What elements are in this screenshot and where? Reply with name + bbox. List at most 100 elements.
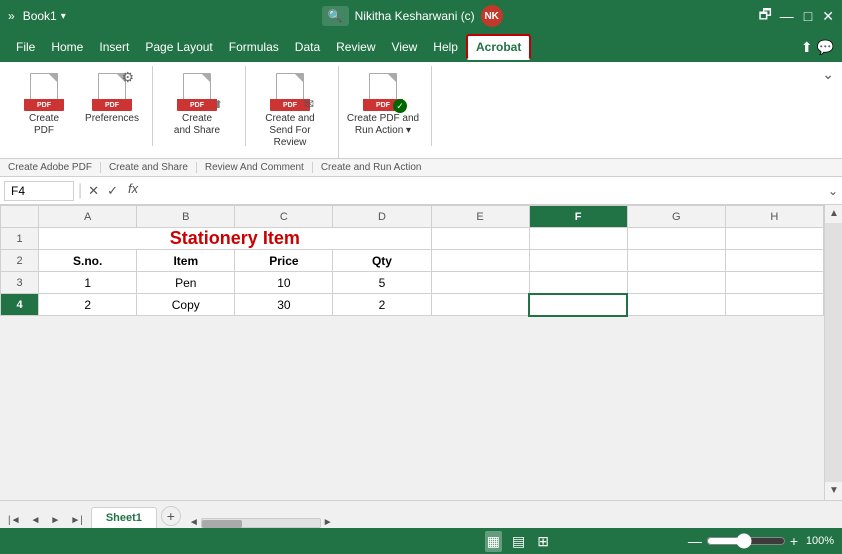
cell-b2[interactable]: Item bbox=[137, 250, 235, 272]
add-sheet-button[interactable]: + bbox=[161, 506, 181, 526]
tab-nav-last[interactable]: ►| bbox=[66, 513, 87, 528]
formula-bar-divider: | bbox=[78, 182, 82, 200]
cell-g3[interactable] bbox=[627, 272, 725, 294]
cell-d3[interactable]: 5 bbox=[333, 272, 431, 294]
create-and-share-button[interactable]: PDF ⬆ Createand Share bbox=[157, 66, 237, 142]
cell-f3[interactable] bbox=[529, 272, 627, 294]
search-box[interactable]: 🔍 bbox=[322, 6, 349, 26]
hscroll-right-icon[interactable]: ► bbox=[323, 517, 333, 528]
normal-view-button[interactable]: ▦ bbox=[485, 531, 502, 552]
title-bar-right: 🗗 — □ ✕ bbox=[759, 4, 834, 28]
page-layout-view-button[interactable]: ▤ bbox=[510, 531, 527, 552]
cell-d4[interactable]: 2 bbox=[333, 294, 431, 316]
share-icon[interactable]: ⬆ bbox=[801, 39, 813, 56]
tab-nav-next[interactable]: ► bbox=[46, 513, 64, 528]
workbook-name[interactable]: Book1 bbox=[23, 9, 57, 23]
cell-g1[interactable] bbox=[627, 228, 725, 250]
cell-b4[interactable]: Copy bbox=[137, 294, 235, 316]
confirm-formula-icon[interactable]: ✓ bbox=[105, 181, 120, 201]
cell-e3[interactable] bbox=[431, 272, 529, 294]
menu-item-acrobat[interactable]: Acrobat bbox=[466, 34, 531, 60]
formula-input[interactable] bbox=[146, 184, 824, 198]
tab-nav-first[interactable]: |◄ bbox=[4, 513, 25, 528]
cell-g2[interactable] bbox=[627, 250, 725, 272]
row-header-2[interactable]: 2 bbox=[1, 250, 39, 272]
row-header-3[interactable]: 3 bbox=[1, 272, 39, 294]
table-row: 3 1 Pen 10 5 bbox=[1, 272, 824, 294]
menu-item-view[interactable]: View bbox=[384, 36, 426, 58]
col-header-e[interactable]: E bbox=[431, 206, 529, 228]
cell-h4[interactable] bbox=[725, 294, 823, 316]
cell-h1[interactable] bbox=[725, 228, 823, 250]
menu-item-data[interactable]: Data bbox=[287, 36, 328, 58]
scroll-up-button[interactable]: ▲ bbox=[825, 205, 842, 223]
cell-c4[interactable]: 30 bbox=[235, 294, 333, 316]
maximize-button[interactable]: □ bbox=[804, 8, 812, 24]
cell-a2[interactable]: S.no. bbox=[39, 250, 137, 272]
menu-item-help[interactable]: Help bbox=[425, 36, 466, 58]
create-send-review-button[interactable]: PDF ✉ Create andSend For Review bbox=[250, 66, 330, 154]
fx-icon[interactable]: fx bbox=[124, 181, 142, 201]
create-run-action-button[interactable]: PDF ✓ Create PDF andRun Action ▾ bbox=[343, 66, 423, 142]
app-nav-icon[interactable]: » bbox=[8, 9, 15, 23]
cell-a3[interactable]: 1 bbox=[39, 272, 137, 294]
col-header-f[interactable]: F bbox=[529, 206, 627, 228]
tab-nav-prev[interactable]: ◄ bbox=[27, 513, 45, 528]
menu-item-home[interactable]: Home bbox=[43, 36, 91, 58]
create-pdf-button[interactable]: PDF CreatePDF bbox=[12, 66, 76, 142]
cell-f4-active[interactable] bbox=[529, 294, 627, 316]
close-button[interactable]: ✕ bbox=[822, 8, 834, 25]
minimize-button[interactable]: — bbox=[780, 8, 794, 24]
ribbon-footer: Create Adobe PDF Create and Share Review… bbox=[0, 159, 842, 177]
cell-c2[interactable]: Price bbox=[235, 250, 333, 272]
menu-item-review[interactable]: Review bbox=[328, 36, 383, 58]
menu-item-file[interactable]: File bbox=[8, 36, 43, 58]
cell-b3[interactable]: Pen bbox=[137, 272, 235, 294]
col-header-g[interactable]: G bbox=[627, 206, 725, 228]
menu-item-formulas[interactable]: Formulas bbox=[221, 36, 287, 58]
cell-d2[interactable]: Qty bbox=[333, 250, 431, 272]
preferences-button[interactable]: PDF ⚙ Preferences bbox=[80, 66, 144, 130]
cell-a1[interactable]: Stationery Item bbox=[39, 228, 431, 250]
col-header-h[interactable]: H bbox=[725, 206, 823, 228]
footer-review-label: Review And Comment bbox=[205, 162, 304, 173]
scroll-down-button[interactable]: ▼ bbox=[825, 482, 842, 500]
corner-header bbox=[1, 206, 39, 228]
comment-icon[interactable]: 💬 bbox=[817, 39, 834, 56]
cell-f2[interactable] bbox=[529, 250, 627, 272]
scroll-track-v[interactable] bbox=[825, 223, 842, 482]
row-header-1[interactable]: 1 bbox=[1, 228, 39, 250]
restore-icon[interactable]: 🗗 bbox=[759, 4, 772, 28]
cell-reference-input[interactable] bbox=[4, 181, 74, 201]
ribbon-footer-create-pdf: Create Adobe PDF bbox=[8, 162, 101, 173]
cell-c3[interactable]: 10 bbox=[235, 272, 333, 294]
sheet-tabs-bar: |◄ ◄ ► ►| Sheet1 + ◄ ► bbox=[0, 500, 842, 528]
menu-item-insert[interactable]: Insert bbox=[91, 36, 137, 58]
formula-bar-expand-icon[interactable]: ⌄ bbox=[828, 184, 838, 198]
col-header-c[interactable]: C bbox=[235, 206, 333, 228]
ribbon-footer-review: Review And Comment bbox=[205, 162, 313, 173]
col-header-b[interactable]: B bbox=[137, 206, 235, 228]
ribbon-group-run-action: PDF ✓ Create PDF andRun Action ▾ bbox=[339, 66, 432, 146]
tab-nav-buttons: |◄ ◄ ► ►| bbox=[4, 513, 87, 528]
cell-e2[interactable] bbox=[431, 250, 529, 272]
cell-h3[interactable] bbox=[725, 272, 823, 294]
cancel-formula-icon[interactable]: ✕ bbox=[86, 181, 101, 201]
cell-g4[interactable] bbox=[627, 294, 725, 316]
hscroll-left-icon[interactable]: ◄ bbox=[189, 517, 199, 528]
table-row: 1 Stationery Item bbox=[1, 228, 824, 250]
cell-a4[interactable]: 2 bbox=[39, 294, 137, 316]
cell-e1[interactable] bbox=[431, 228, 529, 250]
menu-item-pagelayout[interactable]: Page Layout bbox=[137, 36, 220, 58]
sheet-tab-sheet1[interactable]: Sheet1 bbox=[91, 507, 157, 528]
cell-e4[interactable] bbox=[431, 294, 529, 316]
col-header-d[interactable]: D bbox=[333, 206, 431, 228]
ribbon-collapse-button[interactable]: ⌄ bbox=[822, 66, 834, 83]
ribbon-group-review: PDF ✉ Create andSend For Review bbox=[246, 66, 339, 158]
page-break-view-button[interactable]: ⊞ bbox=[535, 531, 551, 552]
row-header-4[interactable]: 4 bbox=[1, 294, 39, 316]
vertical-scrollbar[interactable]: ▲ ▼ bbox=[824, 205, 842, 500]
cell-h2[interactable] bbox=[725, 250, 823, 272]
cell-f1[interactable] bbox=[529, 228, 627, 250]
col-header-a[interactable]: A bbox=[39, 206, 137, 228]
